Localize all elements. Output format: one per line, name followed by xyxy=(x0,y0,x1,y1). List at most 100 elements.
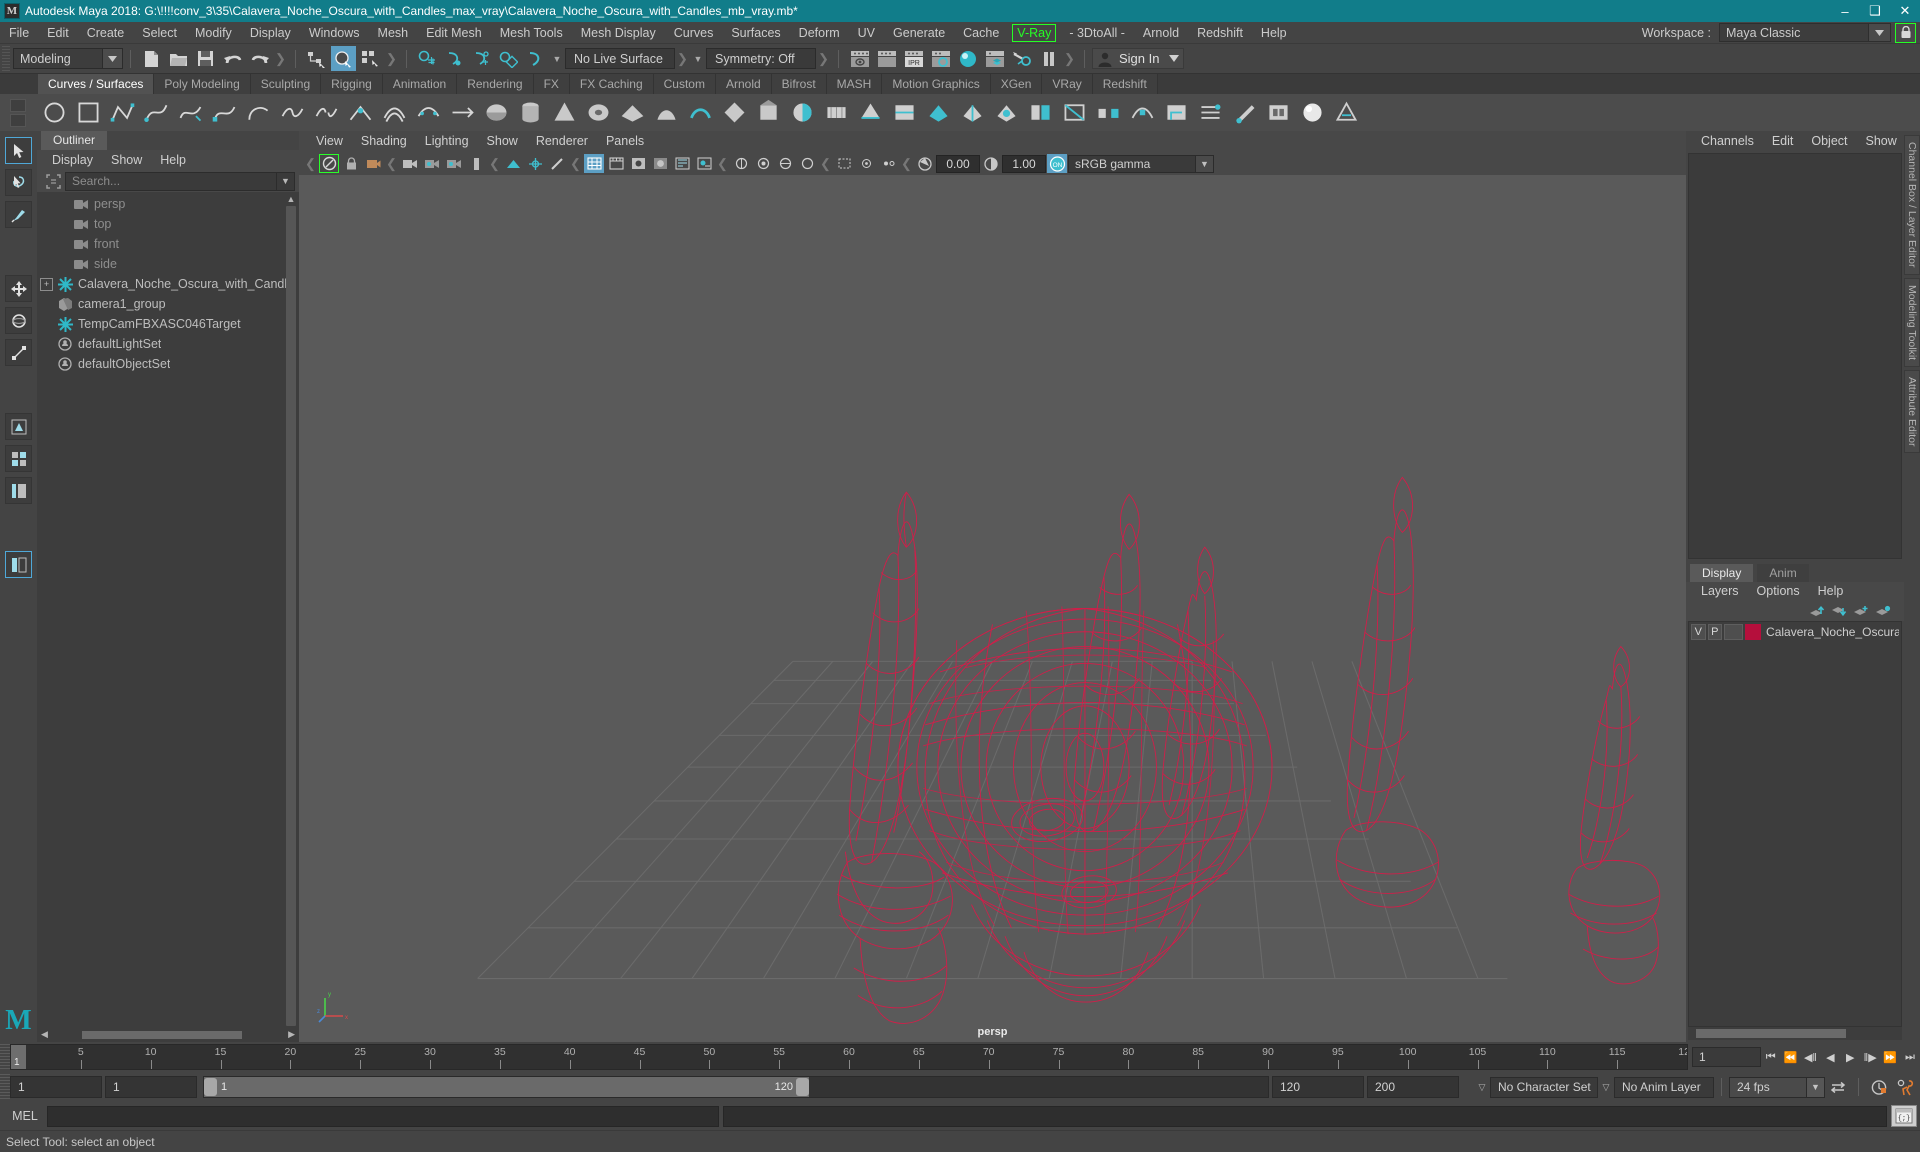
snap-view-plane-icon[interactable] xyxy=(496,46,521,71)
layer-name[interactable]: Calavera_Noche_Oscura_with_ xyxy=(1766,625,1899,639)
shelf-tab-poly-modeling[interactable]: Poly Modeling xyxy=(154,74,251,94)
camera-attributes-icon[interactable] xyxy=(363,154,383,173)
outliner-tree[interactable]: persp top front side + Calavera_Noche_Oscura_… xyxy=(37,192,299,1028)
loft-icon[interactable] xyxy=(480,97,512,129)
outliner-item[interactable]: persp xyxy=(37,194,299,214)
sign-in-button[interactable]: Sign In xyxy=(1092,48,1185,69)
bevel-icon[interactable] xyxy=(718,97,750,129)
character-set-arrow[interactable]: ▽ xyxy=(1474,1082,1490,1093)
menu-windows[interactable]: Windows xyxy=(300,22,369,44)
torus-icon[interactable] xyxy=(888,97,920,129)
channelbox-menu-show[interactable]: Show xyxy=(1857,131,1906,151)
undo-icon[interactable] xyxy=(220,46,245,71)
outliner-item[interactable]: defaultObjectSet xyxy=(37,354,299,374)
menu-select[interactable]: Select xyxy=(133,22,186,44)
layer-display-type-toggle[interactable] xyxy=(1724,623,1744,640)
layer-menu-options[interactable]: Options xyxy=(1748,582,1809,601)
viewport-toolbar-handle[interactable]: ❮ xyxy=(901,155,912,173)
viewport-toolbar-handle[interactable]: ❮ xyxy=(305,155,316,173)
layer-color-swatch[interactable] xyxy=(1745,623,1762,640)
vertical-tab-modeling-toolkit[interactable]: Modeling Toolkit xyxy=(1904,277,1920,367)
menu-modify[interactable]: Modify xyxy=(186,22,241,44)
viewport-menu-view[interactable]: View xyxy=(307,131,352,152)
birail-icon[interactable] xyxy=(616,97,648,129)
viewport-toolbar-handle[interactable]: ❮ xyxy=(489,155,500,173)
grease-pencil-icon[interactable] xyxy=(466,154,486,173)
shelf-options-menu-icon[interactable] xyxy=(10,113,26,127)
menu-display[interactable]: Display xyxy=(241,22,300,44)
live-surface-field[interactable]: No Live Surface xyxy=(565,48,675,69)
curve-fillet-icon[interactable] xyxy=(344,97,376,129)
menu-mesh-display[interactable]: Mesh Display xyxy=(572,22,665,44)
symmetry-field[interactable]: Symmetry: Off xyxy=(706,48,816,69)
range-right-handle[interactable] xyxy=(796,1078,809,1096)
outliner-menu-display[interactable]: Display xyxy=(43,150,102,170)
minimize-button[interactable]: – xyxy=(1830,0,1860,22)
new-layer-from-selected-icon[interactable] xyxy=(1872,602,1894,620)
new-layer-icon[interactable] xyxy=(1850,602,1872,620)
step-back-key-button[interactable]: ⏪ xyxy=(1781,1047,1801,1067)
outliner-horizontal-scrollbar[interactable]: ◀ ▶ xyxy=(37,1028,299,1042)
menu-file[interactable]: File xyxy=(0,22,38,44)
rotate-tool-button[interactable] xyxy=(5,307,32,334)
select-hierarchy-icon[interactable] xyxy=(304,46,329,71)
go-to-start-button[interactable]: ⏮ xyxy=(1761,1047,1781,1067)
animation-end-field[interactable]: 200 xyxy=(1367,1076,1459,1098)
shelf-tab-curves-surfaces[interactable]: Curves / Surfaces xyxy=(38,74,155,94)
surface-detach-icon[interactable] xyxy=(1126,97,1158,129)
outliner-item[interactable]: camera1_group xyxy=(37,294,299,314)
hypershade-icon[interactable] xyxy=(955,46,980,71)
menu-arnold[interactable]: Arnold xyxy=(1134,22,1188,44)
move-layer-up-icon[interactable] xyxy=(1806,602,1828,620)
save-scene-icon[interactable] xyxy=(193,46,218,71)
exposure-icon[interactable] xyxy=(915,154,935,173)
playback-loop-icon[interactable] xyxy=(1825,1077,1851,1097)
bezier-curve-icon[interactable] xyxy=(208,97,240,129)
layer-tab-anim[interactable]: Anim xyxy=(1757,564,1809,582)
shelf-tab-redshift[interactable]: Redshift xyxy=(1092,74,1158,94)
script-editor-icon[interactable]: {;} xyxy=(1891,1105,1917,1127)
channelbox-menu-edit[interactable]: Edit xyxy=(1763,131,1803,151)
color-management-toggle-icon[interactable]: ON xyxy=(1047,154,1067,173)
menu-cache[interactable]: Cache xyxy=(954,22,1008,44)
light-editor-icon[interactable] xyxy=(1009,46,1034,71)
curve-offset-icon[interactable] xyxy=(378,97,410,129)
resolution-gate-icon[interactable] xyxy=(547,154,567,173)
display-layer-row[interactable]: VP Calavera_Noche_Oscura_with_ xyxy=(1689,622,1901,641)
range-start-field[interactable]: 1 xyxy=(105,1076,197,1098)
redo-icon[interactable] xyxy=(247,46,272,71)
tab-outliner[interactable]: Outliner xyxy=(41,131,108,150)
menu-v-ray[interactable]: V-Ray xyxy=(1012,23,1057,42)
surface-stitch-icon[interactable] xyxy=(1262,97,1294,129)
open-scene-icon[interactable] xyxy=(166,46,191,71)
channelbox-menu-channels[interactable]: Channels xyxy=(1692,131,1763,151)
smooth-shade-icon[interactable] xyxy=(606,154,626,173)
outliner-item[interactable]: side xyxy=(37,254,299,274)
shadows-icon[interactable] xyxy=(694,154,714,173)
channelbox-menu-object[interactable]: Object xyxy=(1802,131,1856,151)
bookmark-camera-icon[interactable] xyxy=(400,154,420,173)
viewport-toolbar-handle[interactable]: ❮ xyxy=(820,155,831,173)
display-layer-list[interactable]: VP Calavera_Noche_Oscura_with_ xyxy=(1688,621,1902,1027)
expand-toggle-icon[interactable]: + xyxy=(40,277,53,291)
menu-mesh-tools[interactable]: Mesh Tools xyxy=(491,22,572,44)
viewport-toolbar-handle[interactable]: ❮ xyxy=(717,155,728,173)
viewport-menu-panels[interactable]: Panels xyxy=(597,131,653,152)
outliner-vertical-scrollbar[interactable]: ▲ xyxy=(285,192,297,1028)
scale-tool-button[interactable] xyxy=(5,339,32,366)
viewport-menu-renderer[interactable]: Renderer xyxy=(527,131,597,152)
viewport-toolbar-handle[interactable]: ❮ xyxy=(386,155,397,173)
render-view-icon[interactable] xyxy=(847,46,872,71)
color-space-select[interactable]: sRGB gamma xyxy=(1068,154,1196,173)
snap-curve-icon[interactable] xyxy=(442,46,467,71)
anim-layer-field[interactable]: No Anim Layer xyxy=(1614,1076,1714,1098)
vertical-tab-attribute-editor[interactable]: Attribute Editor xyxy=(1904,369,1920,454)
screen-space-ao-icon[interactable] xyxy=(731,154,751,173)
select-camera-icon[interactable] xyxy=(319,154,339,173)
layout-single-perspective-button[interactable] xyxy=(5,413,32,440)
toolbar-collapse-handle[interactable]: ❯ xyxy=(275,50,286,68)
move-layer-down-icon[interactable] xyxy=(1828,602,1850,620)
menu-generate[interactable]: Generate xyxy=(884,22,954,44)
outliner-item[interactable]: TempCamFBXASC046Target xyxy=(37,314,299,334)
exposure-value[interactable]: 0.00 xyxy=(936,154,980,173)
